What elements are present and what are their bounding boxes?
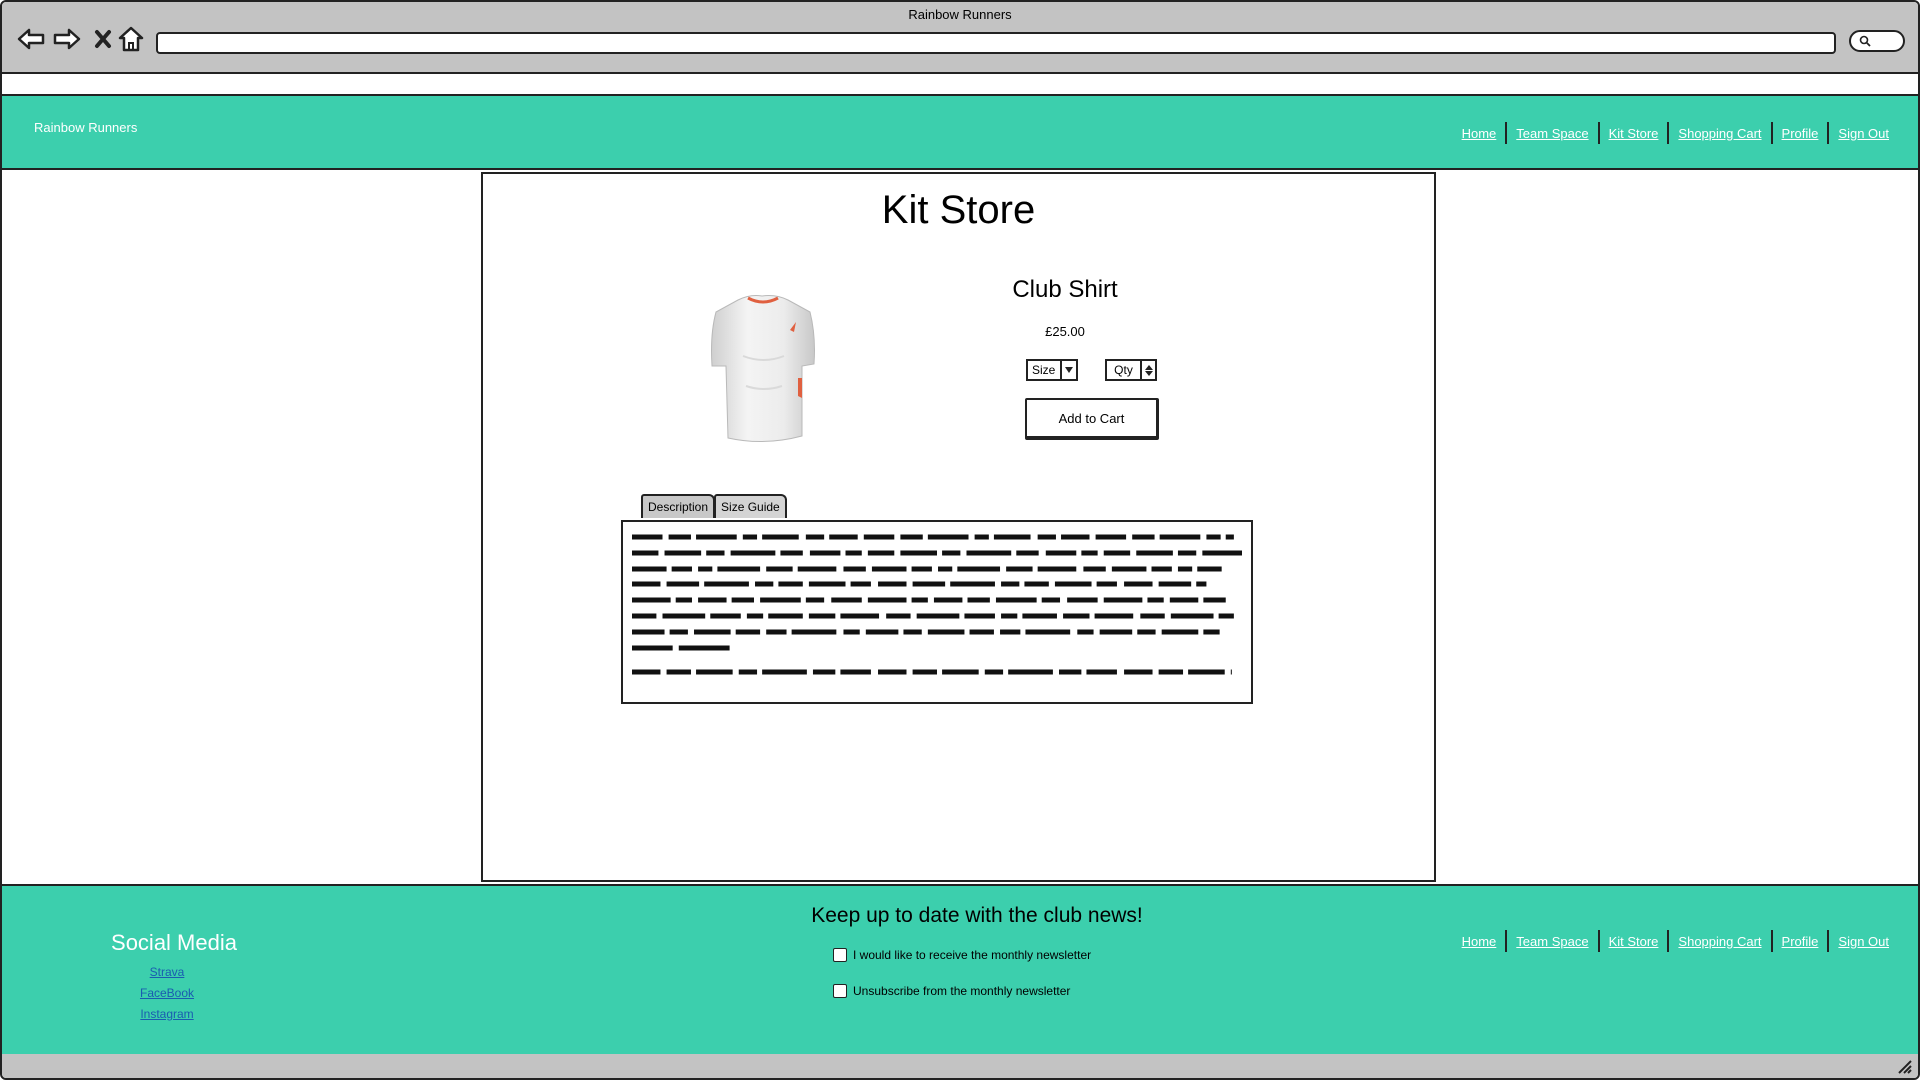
nav-home[interactable]: Home xyxy=(1453,126,1506,141)
placeholder-text-line xyxy=(632,597,1230,603)
subscribe-checkbox-label: I would like to receive the monthly news… xyxy=(853,948,1092,962)
product-name: Club Shirt xyxy=(1012,276,1118,303)
placeholder-text-line xyxy=(632,669,1232,675)
search-icon xyxy=(1859,35,1871,47)
nav-team-space[interactable]: Team Space xyxy=(1507,126,1597,141)
social-media-heading: Social Media xyxy=(111,930,237,955)
home-icon xyxy=(118,26,144,52)
footer-nav-profile[interactable]: Profile xyxy=(1773,934,1828,949)
window-title: Rainbow Runners xyxy=(908,7,1012,22)
quantity-stepper[interactable]: Qty xyxy=(1105,359,1157,381)
browser-titlebar: Rainbow Runners xyxy=(2,2,1918,74)
browser-window: Rainbow Runners Rainbow Runners Home Tea… xyxy=(0,0,1920,1080)
site-footer: Social Media Strava FaceBook Instagram K… xyxy=(2,884,1918,1056)
subscribe-checkbox[interactable] xyxy=(833,948,847,962)
bookmarks-bar xyxy=(2,74,1918,96)
resize-grip-icon[interactable] xyxy=(1896,1058,1912,1074)
social-link-instagram[interactable]: Instagram xyxy=(102,1004,232,1025)
header-nav: Home Team Space Kit Store Shopping Cart … xyxy=(1453,122,1898,144)
size-dropdown-label: Size xyxy=(1032,363,1056,377)
address-bar[interactable] xyxy=(156,32,1836,54)
size-dropdown[interactable]: Size xyxy=(1026,359,1078,381)
product-price: £25.00 xyxy=(1045,324,1085,339)
newsletter-heading: Keep up to date with the club news! xyxy=(811,904,1143,927)
footer-nav: Home Team Space Kit Store Shopping Cart … xyxy=(1453,930,1898,952)
page-title: Kit Store xyxy=(881,188,1036,232)
footer-nav-home[interactable]: Home xyxy=(1453,934,1506,949)
placeholder-text-line xyxy=(632,629,1220,635)
quantity-stepper-label: Qty xyxy=(1114,363,1133,377)
placeholder-text-line xyxy=(632,566,1222,572)
back-button[interactable] xyxy=(14,22,48,56)
footer-nav-shopping-cart[interactable]: Shopping Cart xyxy=(1669,934,1770,949)
browser-status-bar xyxy=(2,1054,1918,1078)
newsletter-unsubscribe-option[interactable]: Unsubscribe from the monthly newsletter xyxy=(833,984,1070,998)
home-button[interactable] xyxy=(114,22,148,56)
close-icon xyxy=(95,30,111,48)
arrow-right-icon xyxy=(53,28,81,50)
footer-nav-sign-out[interactable]: Sign Out xyxy=(1829,934,1898,949)
arrow-left-icon xyxy=(17,28,45,50)
kit-store-card: Kit Store Club Shirt £25.00 Size Qty Add… xyxy=(481,172,1436,882)
t-shirt-image xyxy=(711,295,815,443)
placeholder-text-line xyxy=(632,581,1207,587)
social-link-strava[interactable]: Strava xyxy=(102,962,232,983)
nav-profile[interactable]: Profile xyxy=(1773,126,1828,141)
tab-description[interactable]: Description xyxy=(641,494,716,518)
chevron-down-icon xyxy=(1060,361,1076,379)
unsubscribe-checkbox[interactable] xyxy=(833,984,847,998)
nav-shopping-cart[interactable]: Shopping Cart xyxy=(1669,126,1770,141)
nav-sign-out[interactable]: Sign Out xyxy=(1829,126,1898,141)
product-tabs: Description Size Guide xyxy=(641,494,787,518)
placeholder-text-line xyxy=(632,534,1234,540)
unsubscribe-checkbox-label: Unsubscribe from the monthly newsletter xyxy=(853,984,1071,998)
placeholder-text-line xyxy=(632,613,1234,619)
tab-size-guide[interactable]: Size Guide xyxy=(714,494,787,518)
placeholder-text-line xyxy=(632,645,734,651)
description-panel xyxy=(621,520,1253,704)
site-brand[interactable]: Rainbow Runners xyxy=(34,120,137,135)
social-link-facebook[interactable]: FaceBook xyxy=(102,983,232,1004)
site-header: Rainbow Runners Home Team Space Kit Stor… xyxy=(2,96,1918,170)
stepper-arrows-icon xyxy=(1140,361,1155,379)
footer-nav-kit-store[interactable]: Kit Store xyxy=(1600,934,1668,949)
browser-search-field[interactable] xyxy=(1849,30,1905,52)
footer-nav-team-space[interactable]: Team Space xyxy=(1507,934,1597,949)
placeholder-text-line xyxy=(632,550,1242,556)
add-to-cart-button[interactable]: Add to Cart xyxy=(1025,398,1159,440)
social-links: Strava FaceBook Instagram xyxy=(102,962,232,1025)
newsletter-subscribe-option[interactable]: I would like to receive the monthly news… xyxy=(833,948,1091,962)
forward-button[interactable] xyxy=(50,22,84,56)
nav-kit-store[interactable]: Kit Store xyxy=(1600,126,1668,141)
